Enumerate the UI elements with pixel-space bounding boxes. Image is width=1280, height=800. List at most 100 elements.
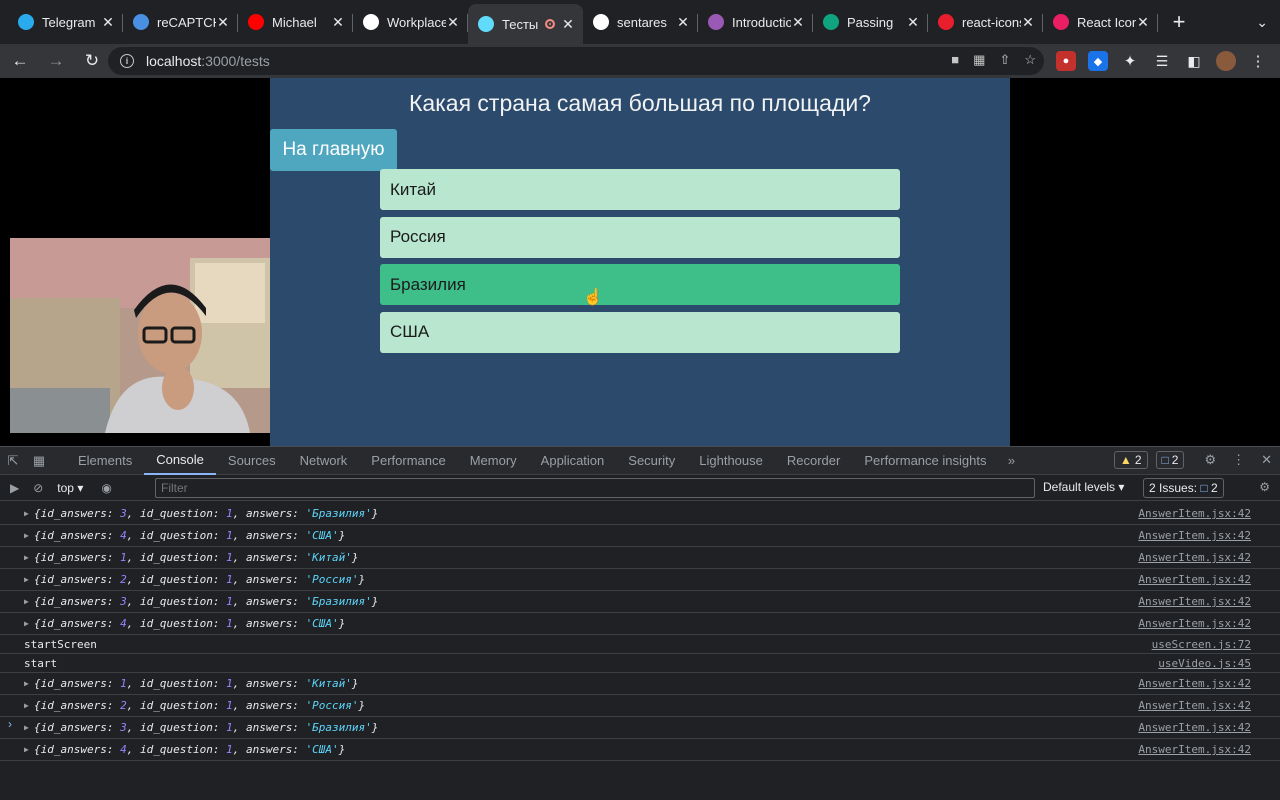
expand-triangle-icon[interactable]: ▶ bbox=[24, 509, 34, 518]
console-row[interactable]: ▶ {id_answers: 2, id_question: 1, answers… bbox=[0, 695, 1280, 717]
browser-tab[interactable]: Тесты ✕ bbox=[468, 4, 583, 44]
devtools-tab[interactable]: Security bbox=[616, 447, 687, 475]
context-select[interactable]: top ▾ bbox=[57, 481, 83, 495]
source-link[interactable]: AnswerItem.jsx:42 bbox=[1138, 743, 1251, 756]
source-link[interactable]: AnswerItem.jsx:42 bbox=[1138, 699, 1251, 712]
source-link[interactable]: AnswerItem.jsx:42 bbox=[1138, 573, 1251, 586]
inspect-element-icon[interactable]: ⇱ bbox=[0, 453, 26, 469]
forward-arrow-icon[interactable]: → bbox=[40, 45, 72, 77]
browser-tab[interactable]: sentares ✕ bbox=[583, 0, 698, 44]
logged-object[interactable]: {id_answers: 3, id_question: 1, answers:… bbox=[34, 721, 378, 734]
extension-blue-icon[interactable]: ◆ bbox=[1088, 51, 1108, 71]
expand-triangle-icon[interactable]: ▶ bbox=[24, 575, 34, 584]
devtools-tab[interactable]: Application bbox=[529, 447, 617, 475]
sidebar-toggle-icon[interactable]: ▶ bbox=[10, 481, 19, 495]
answer-option[interactable]: Бразилия bbox=[380, 264, 900, 305]
media-control-icon[interactable]: ☰ bbox=[1152, 51, 1172, 71]
close-tab-icon[interactable]: ✕ bbox=[1136, 14, 1150, 31]
browser-tab[interactable]: Introduction✕ bbox=[698, 0, 813, 44]
expand-triangle-icon[interactable]: ▶ bbox=[24, 745, 34, 754]
clear-console-icon[interactable]: ⊘ bbox=[33, 481, 43, 495]
browser-tab[interactable]: react-icons ✕ bbox=[928, 0, 1043, 44]
warnings-badge[interactable]: ▲ 2 bbox=[1113, 451, 1148, 469]
devtools-tab[interactable]: Console bbox=[144, 447, 216, 475]
console-row[interactable]: ▶ {id_answers: 2, id_question: 1, answers… bbox=[0, 569, 1280, 591]
camera-icon[interactable]: ■ bbox=[951, 52, 959, 68]
browser-tab[interactable]: Michael ✕ bbox=[238, 0, 353, 44]
site-info-icon[interactable]: i bbox=[120, 54, 134, 68]
close-tab-icon[interactable]: ✕ bbox=[331, 14, 345, 31]
address-bar[interactable]: i localhost:3000/tests ■ ▦ ⇧ ☆ bbox=[108, 47, 1044, 75]
source-link[interactable]: useScreen.js:72 bbox=[1152, 638, 1251, 651]
console-prompt-icon[interactable]: › bbox=[8, 717, 12, 731]
logged-object[interactable]: {id_answers: 1, id_question: 1, answers:… bbox=[34, 551, 359, 564]
settings-gear-icon[interactable]: ⚙ bbox=[1204, 452, 1216, 468]
logged-object[interactable]: {id_answers: 3, id_question: 1, answers:… bbox=[34, 595, 378, 608]
answer-option[interactable]: Китай bbox=[380, 169, 900, 210]
source-link[interactable]: AnswerItem.jsx:42 bbox=[1138, 677, 1251, 690]
console-settings-gear-icon[interactable]: ⚙ bbox=[1259, 480, 1270, 494]
source-link[interactable]: AnswerItem.jsx:42 bbox=[1138, 617, 1251, 630]
devtools-tab[interactable]: Performance insights bbox=[852, 447, 998, 475]
browser-tab[interactable]: reCAPTCHA✕ bbox=[123, 0, 238, 44]
devtools-menu-icon[interactable]: ⋮ bbox=[1232, 452, 1245, 468]
answer-option[interactable]: Россия bbox=[380, 216, 900, 258]
console-row[interactable]: ▶ {id_answers: 3, id_question: 1, answers… bbox=[0, 717, 1280, 739]
logged-object[interactable]: {id_answers: 2, id_question: 1, answers:… bbox=[34, 573, 365, 586]
expand-triangle-icon[interactable]: ▶ bbox=[24, 679, 34, 688]
device-toolbar-icon[interactable]: ▦ bbox=[26, 453, 52, 469]
close-tab-icon[interactable]: ✕ bbox=[791, 14, 805, 31]
console-row[interactable]: ▶ {id_answers: 4, id_question: 1, answers… bbox=[0, 613, 1280, 635]
logged-object[interactable]: {id_answers: 1, id_question: 1, answers:… bbox=[34, 677, 359, 690]
console-row[interactable]: ▶ {id_answers: 4, id_question: 1, answers… bbox=[0, 525, 1280, 547]
browser-tab[interactable]: Passing ✕ bbox=[813, 0, 928, 44]
console-row[interactable]: ▶ {id_answers: 4, id_question: 1, answers… bbox=[0, 739, 1280, 761]
new-tab-plus-icon[interactable]: + bbox=[1164, 0, 1194, 44]
share-icon[interactable]: ⇧ bbox=[999, 52, 1010, 68]
source-link[interactable]: AnswerItem.jsx:42 bbox=[1138, 529, 1251, 542]
browser-tab[interactable]: Telegram ✕ bbox=[8, 0, 123, 44]
console-row[interactable]: ▶ {id_answers: 1, id_question: 1, answers… bbox=[0, 673, 1280, 695]
expand-triangle-icon[interactable]: ▶ bbox=[24, 701, 34, 710]
back-arrow-icon[interactable]: ← bbox=[4, 45, 36, 77]
browser-menu-icon[interactable]: ⋮ bbox=[1248, 51, 1268, 71]
expand-triangle-icon[interactable]: ▶ bbox=[24, 619, 34, 628]
reload-icon[interactable]: ↻ bbox=[76, 45, 108, 77]
messages-badge[interactable]: □ 2 bbox=[1155, 451, 1185, 469]
browser-tab[interactable]: Workplace ✕ bbox=[353, 0, 468, 44]
issues-button[interactable]: 2 Issues: □ 2 bbox=[1143, 478, 1224, 498]
console-row[interactable]: ▶ {id_answers: 3, id_question: 1, answers… bbox=[0, 503, 1280, 525]
devtools-tab[interactable]: Sources bbox=[216, 447, 288, 475]
answer-option[interactable]: США bbox=[380, 311, 900, 353]
live-expression-eye-icon[interactable]: ◉ bbox=[101, 481, 111, 495]
extension-red-icon[interactable]: ● bbox=[1056, 51, 1076, 71]
tab-search-chevron-icon[interactable]: ⌄ bbox=[1256, 14, 1268, 31]
console-row[interactable]: ▶ {id_answers: 3, id_question: 1, answers… bbox=[0, 591, 1280, 613]
expand-triangle-icon[interactable]: ▶ bbox=[24, 553, 34, 562]
bookmark-star-icon[interactable]: ☆ bbox=[1024, 52, 1036, 68]
close-tab-icon[interactable]: ✕ bbox=[676, 14, 690, 31]
devtools-tab[interactable]: Recorder bbox=[775, 447, 852, 475]
url-text[interactable]: localhost:3000/tests bbox=[146, 53, 270, 69]
log-levels-select[interactable]: Default levels ▾ bbox=[1043, 480, 1124, 494]
close-tab-icon[interactable]: ✕ bbox=[101, 14, 115, 31]
side-panel-icon[interactable]: ◧ bbox=[1184, 51, 1204, 71]
browser-tab[interactable]: React Icons✕ bbox=[1043, 0, 1158, 44]
devtools-tab[interactable]: Performance bbox=[359, 447, 457, 475]
console-filter-input[interactable] bbox=[155, 478, 1035, 498]
source-link[interactable]: AnswerItem.jsx:42 bbox=[1138, 595, 1251, 608]
more-tabs-chevron-icon[interactable]: » bbox=[998, 453, 1024, 468]
console-row[interactable]: ▶ {id_answers: 1, id_question: 1, answers… bbox=[0, 547, 1280, 569]
devtools-tab[interactable]: Lighthouse bbox=[687, 447, 775, 475]
devtools-tab[interactable]: Network bbox=[288, 447, 360, 475]
close-tab-icon[interactable]: ✕ bbox=[216, 14, 230, 31]
devtools-tab[interactable]: Elements bbox=[66, 447, 144, 475]
close-tab-icon[interactable]: ✕ bbox=[561, 16, 575, 33]
logged-object[interactable]: {id_answers: 3, id_question: 1, answers:… bbox=[34, 507, 378, 520]
logged-object[interactable]: {id_answers: 2, id_question: 1, answers:… bbox=[34, 699, 365, 712]
extensions-puzzle-icon[interactable]: ✦ bbox=[1120, 51, 1140, 71]
source-link[interactable]: AnswerItem.jsx:42 bbox=[1138, 721, 1251, 734]
source-link[interactable]: useVideo.js:45 bbox=[1158, 657, 1251, 670]
console-row[interactable]: start useVideo.js:45 bbox=[0, 654, 1280, 673]
close-tab-icon[interactable]: ✕ bbox=[906, 14, 920, 31]
